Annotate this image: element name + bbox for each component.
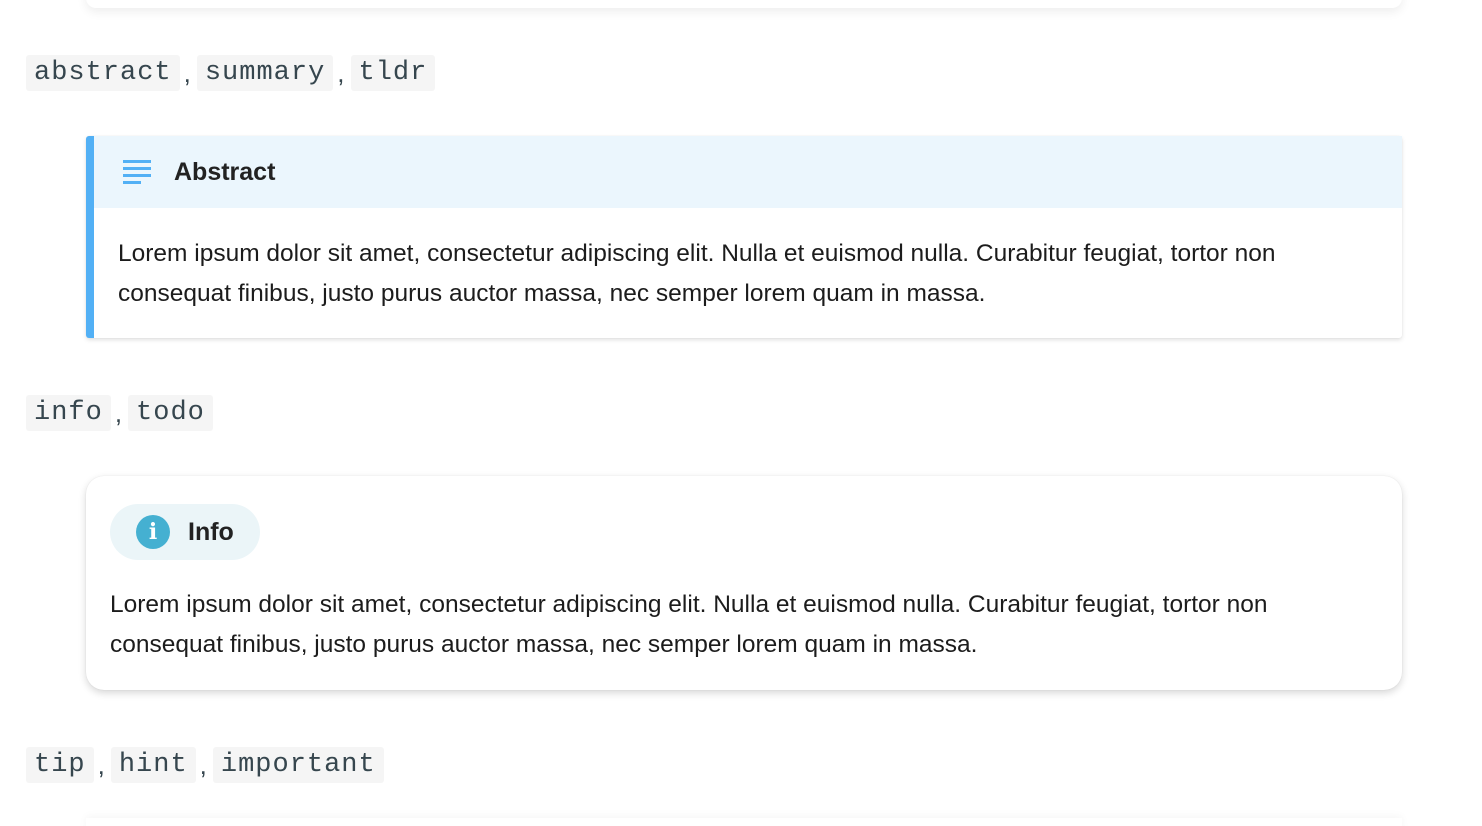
list-lines-icon — [122, 159, 152, 185]
previous-card-edge — [86, 0, 1402, 8]
tag-separator: , — [183, 58, 191, 88]
admonition-title-pill: i Info — [110, 504, 260, 560]
page: abstract , summary , tldr Abstract Lorem… — [0, 0, 1482, 826]
code-tag: important — [212, 747, 384, 783]
tag-separator: , — [114, 398, 123, 428]
code-tag: tip — [26, 747, 94, 783]
tag-row-info: info , todo — [26, 395, 213, 431]
admonition-title: Info — [188, 517, 234, 546]
tag-row-tip: tip , hint , important — [26, 747, 384, 783]
code-tag: hint — [110, 747, 196, 783]
next-card-edge — [86, 818, 1402, 826]
tag-separator: , — [337, 58, 345, 88]
admonition-body: Lorem ipsum dolor sit amet, consectetur … — [118, 240, 1276, 307]
abstract-admonition: Abstract Lorem ipsum dolor sit amet, con… — [86, 136, 1402, 338]
admonition-title-bar: Abstract — [94, 136, 1402, 208]
code-tag: todo — [128, 395, 213, 431]
admonition-title: Abstract — [174, 157, 276, 186]
info-admonition: i Info Lorem ipsum dolor sit amet, conse… — [86, 476, 1402, 690]
code-tag: summary — [196, 55, 334, 91]
tag-row-abstract: abstract , summary , tldr — [26, 55, 436, 91]
info-circle-icon: i — [136, 515, 170, 549]
admonition-body: Lorem ipsum dolor sit amet, consectetur … — [110, 591, 1268, 658]
code-tag: abstract — [26, 55, 180, 91]
code-tag: tldr — [350, 55, 436, 91]
tag-separator: , — [199, 750, 207, 780]
code-tag: info — [26, 395, 111, 431]
tag-separator: , — [97, 750, 105, 780]
